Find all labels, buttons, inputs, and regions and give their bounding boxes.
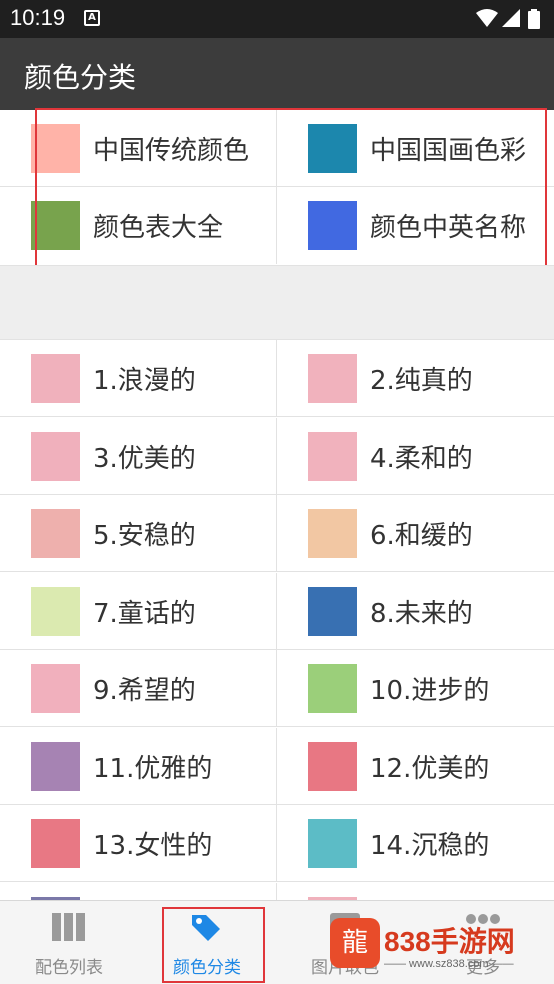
- style-item[interactable]: 2.纯真的: [277, 340, 554, 417]
- color-swatch: [308, 509, 357, 558]
- nav-label: 配色列表: [35, 958, 103, 978]
- app-bar: 颜色分类: [0, 38, 554, 110]
- style-item[interactable]: 14.沉稳的: [277, 805, 554, 882]
- watermark-url: —— www.sz838.com ——: [384, 958, 514, 970]
- nav-color-list[interactable]: 配色列表: [0, 901, 138, 984]
- style-item[interactable]: 9.希望的: [0, 650, 277, 727]
- style-item[interactable]: 3.优美的: [0, 417, 277, 495]
- featured-item-color-table[interactable]: 颜色表大全: [0, 187, 277, 264]
- nav-label: 颜色分类: [173, 958, 241, 978]
- grid-icon: [52, 913, 85, 941]
- color-swatch: [308, 819, 357, 868]
- style-item[interactable]: 6.和缓的: [277, 495, 554, 572]
- color-swatch: [31, 354, 80, 403]
- style-item[interactable]: 7.童话的: [0, 572, 277, 650]
- style-item[interactable]: [0, 882, 277, 900]
- style-item-label: 11.优雅的: [93, 753, 213, 784]
- style-item-label: 10.进步的: [370, 676, 490, 706]
- color-swatch: [308, 201, 357, 250]
- color-swatch: [308, 431, 357, 481]
- color-swatch: [31, 819, 80, 868]
- nav-color-category[interactable]: 颜色分类: [138, 901, 276, 984]
- style-item[interactable]: [277, 883, 554, 900]
- color-swatch: [308, 664, 357, 713]
- style-item-label: 4.柔和的: [370, 443, 473, 474]
- style-item[interactable]: 1.浪漫的: [0, 340, 277, 417]
- color-swatch: [308, 124, 357, 173]
- tag-icon: [192, 915, 220, 941]
- color-swatch: [308, 354, 357, 403]
- color-swatch: [308, 741, 357, 791]
- style-item[interactable]: 12.优美的: [277, 728, 554, 805]
- featured-grid: 中国传统颜色 中国国画色彩 颜色表大全 颜色中英名称: [0, 110, 554, 265]
- color-swatch: [308, 586, 357, 636]
- featured-item-traditional[interactable]: 中国传统颜色: [0, 110, 277, 187]
- dragon-icon: 龍: [341, 928, 368, 958]
- style-item-label: 9.希望的: [93, 676, 196, 706]
- style-item-label: 1.浪漫的: [93, 366, 196, 396]
- style-item-label: 14.沉稳的: [370, 831, 490, 861]
- featured-item-label: 中国国画色彩: [370, 136, 527, 166]
- color-swatch: [31, 124, 80, 173]
- watermark-title: 838手游网: [384, 926, 515, 957]
- style-item[interactable]: 13.女性的: [0, 805, 277, 882]
- style-item-label: 3.优美的: [93, 443, 196, 474]
- featured-item-label: 颜色中英名称: [370, 213, 527, 243]
- style-item[interactable]: 4.柔和的: [277, 418, 554, 495]
- color-swatch: [31, 431, 80, 481]
- style-item[interactable]: 10.进步的: [277, 650, 554, 727]
- style-item[interactable]: 11.优雅的: [0, 727, 277, 805]
- color-swatch: [31, 201, 80, 250]
- style-item-label: 12.优美的: [370, 753, 490, 784]
- style-item-label: 2.纯真的: [370, 366, 473, 396]
- style-grid: 1.浪漫的 2.纯真的 3.优美的 4.柔和的 5.安稳的 6.和缓的 7.童话的 8.未来的…: [0, 340, 554, 900]
- style-item-label: 8.未来的: [370, 598, 473, 629]
- featured-item-label: 颜色表大全: [93, 213, 224, 243]
- page-title: 颜色分类: [24, 61, 137, 94]
- style-item[interactable]: 5.安稳的: [0, 495, 277, 572]
- status-bar: 10:19 A: [0, 0, 554, 38]
- featured-item-label: 中国传统颜色: [93, 136, 250, 166]
- signal-icon: [502, 9, 520, 27]
- featured-item-painting[interactable]: 中国国画色彩: [277, 110, 554, 187]
- section-divider: [0, 265, 554, 340]
- notification-icon: A: [84, 10, 100, 26]
- status-time: 10:19: [10, 5, 66, 30]
- color-swatch: [31, 509, 80, 558]
- style-item-label: 5.安稳的: [93, 521, 196, 551]
- color-swatch: [31, 664, 80, 713]
- featured-item-names[interactable]: 颜色中英名称: [277, 187, 554, 264]
- color-swatch: [31, 586, 80, 636]
- style-item-label: 6.和缓的: [370, 521, 473, 551]
- wifi-icon: [476, 9, 498, 27]
- style-item[interactable]: 8.未来的: [277, 573, 554, 650]
- style-item-label: 13.女性的: [93, 831, 213, 861]
- watermark-logo: 龍: [330, 918, 380, 968]
- color-swatch: [31, 741, 80, 791]
- battery-icon: [528, 9, 540, 29]
- style-item-label: 7.童话的: [93, 598, 196, 629]
- site-watermark: 龍 838手游网 —— www.sz838.com ——: [330, 918, 554, 980]
